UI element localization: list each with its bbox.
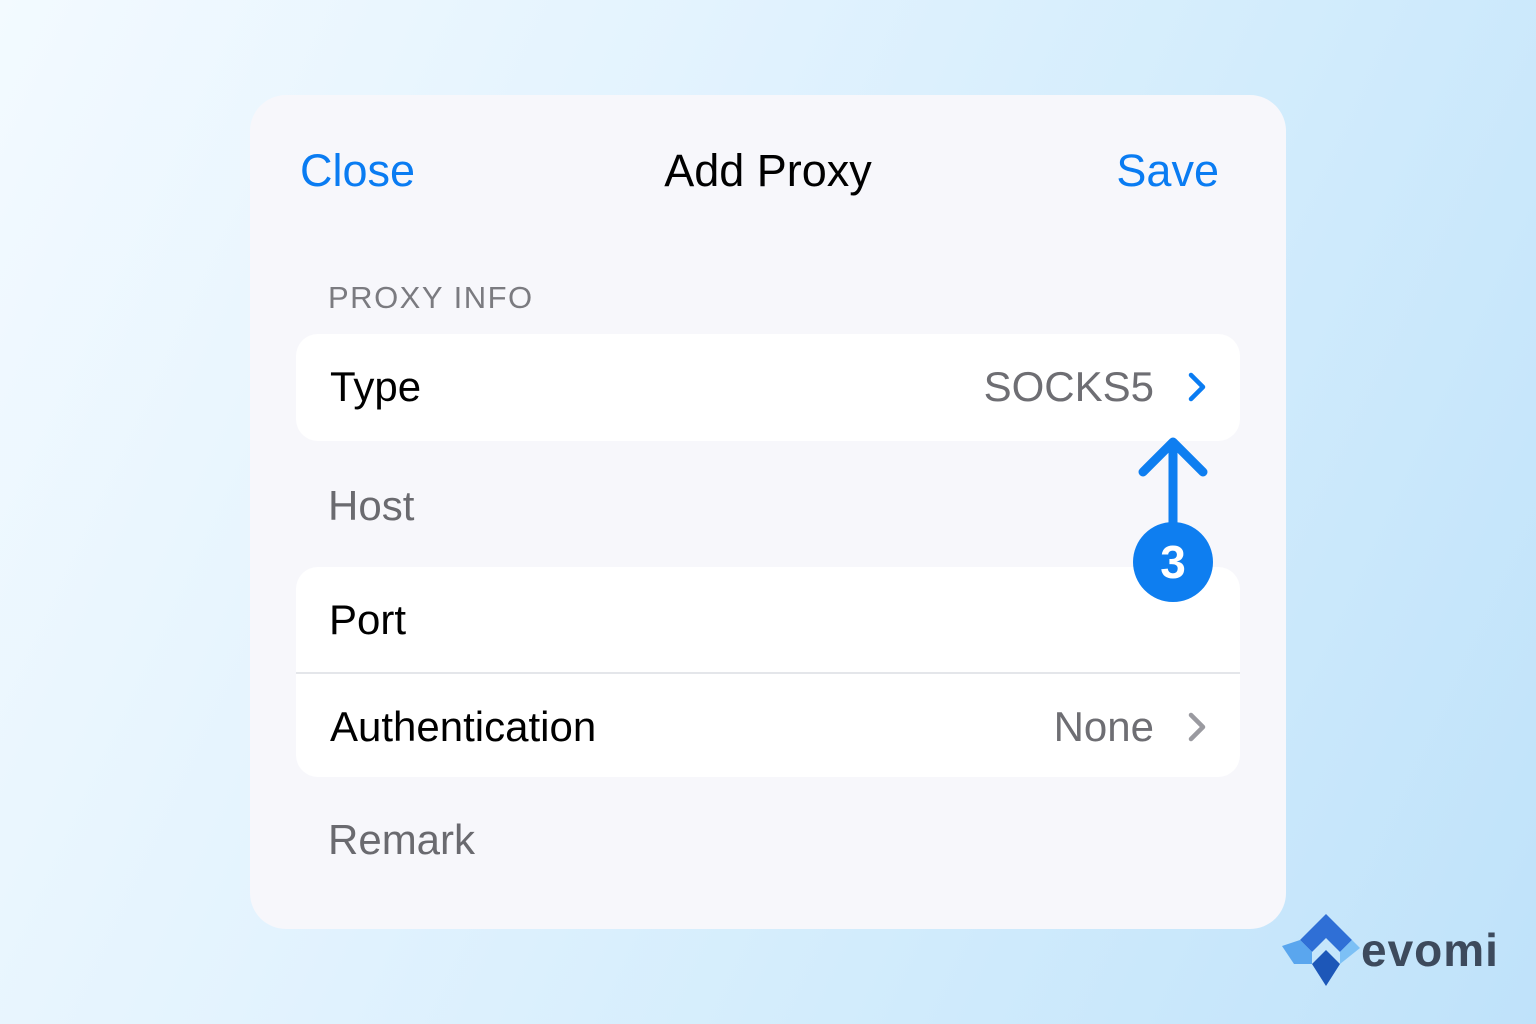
- arrow-up-icon: [1138, 437, 1208, 532]
- port-label: Port: [329, 596, 407, 643]
- brand-name: evomi: [1361, 924, 1499, 976]
- type-row[interactable]: Type SOCKS5: [296, 334, 1240, 439]
- page-title: Add Proxy: [664, 145, 872, 196]
- save-button[interactable]: Save: [1116, 145, 1219, 197]
- proxy-type-group: Type SOCKS5: [296, 334, 1240, 441]
- step-callout: 3: [1133, 437, 1213, 602]
- authentication-label: Authentication: [330, 703, 597, 750]
- section-header-proxy-info: PROXY INFO: [328, 280, 534, 315]
- type-label: Type: [330, 363, 422, 410]
- port-row[interactable]: Port: [296, 567, 1240, 672]
- authentication-value: None: [1053, 703, 1154, 750]
- authentication-row[interactable]: Authentication None: [296, 674, 1240, 777]
- host-input[interactable]: Host: [328, 481, 414, 531]
- chevron-right-icon: [1188, 712, 1206, 742]
- type-value: SOCKS5: [983, 363, 1154, 410]
- remark-input[interactable]: Remark: [328, 815, 475, 865]
- step-number: 3: [1160, 536, 1186, 588]
- chevron-right-icon: [1188, 372, 1206, 402]
- port-auth-group: Port Authentication None: [296, 567, 1240, 777]
